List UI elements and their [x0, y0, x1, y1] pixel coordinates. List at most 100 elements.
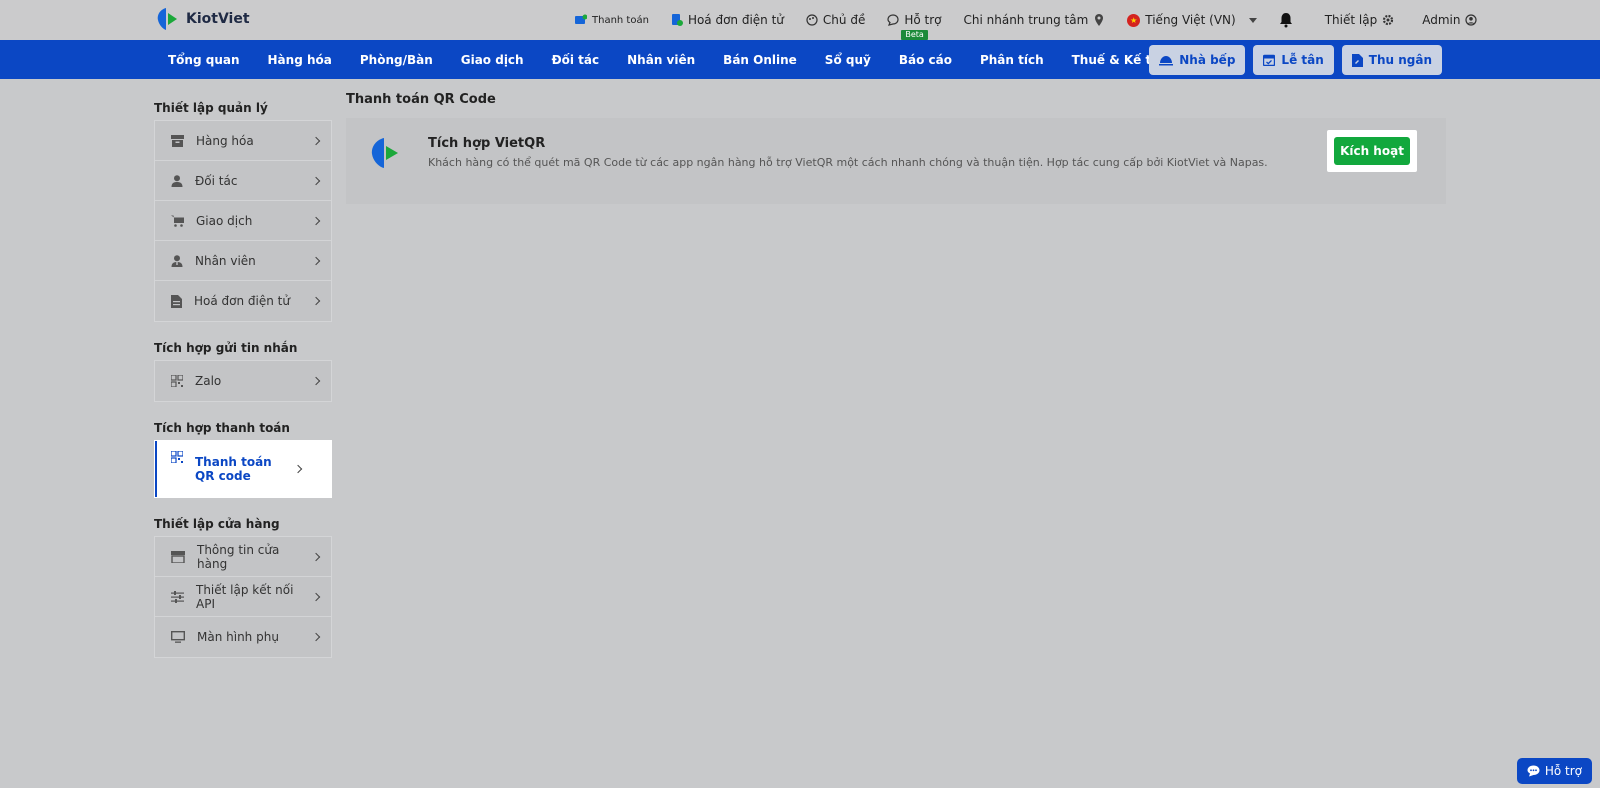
nav-button-label: Thu ngân — [1368, 53, 1432, 67]
sidebar-item-label: Đối tác — [195, 173, 238, 188]
top-link-branch[interactable]: Chi nhánh trung tâm — [964, 13, 1106, 27]
sidebar-item-goods[interactable]: Hàng hóa — [155, 121, 331, 161]
activate-button[interactable]: Kích hoạt — [1334, 137, 1410, 165]
nav-item-overview[interactable]: Tổng quan — [154, 53, 254, 67]
top-link-settings[interactable]: Thiết lập — [1325, 13, 1394, 27]
qr-icon — [171, 375, 183, 387]
sidebar-group-store: Thông tin cửa hàng Thiết lập kết nối API… — [154, 536, 332, 658]
cart-icon — [171, 215, 184, 227]
top-link-theme[interactable]: Chủ đề — [806, 13, 865, 27]
sidebar-item-label: Giao dịch — [196, 213, 253, 228]
chevron-right-icon — [311, 136, 321, 145]
chevron-right-icon — [293, 464, 303, 474]
calendar-icon — [1263, 54, 1276, 66]
top-link-label: Thiết lập — [1324, 13, 1378, 27]
activate-button-highlight: Kích hoạt — [1327, 130, 1417, 172]
nav-item-goods[interactable]: Hàng hóa — [254, 53, 346, 67]
chevron-right-icon — [311, 632, 321, 642]
sidebar-item-zalo[interactable]: Zalo — [155, 361, 331, 401]
top-link-admin[interactable]: Admin — [1422, 13, 1478, 27]
sidebar-item-api-settings[interactable]: Thiết lập kết nối API — [155, 577, 331, 617]
user-icon — [171, 174, 183, 187]
box-icon — [171, 134, 184, 147]
qr-icon — [171, 451, 183, 463]
store-icon — [171, 550, 185, 563]
sidebar-group-messaging: Zalo — [154, 360, 332, 402]
sidebar-item-store-info[interactable]: Thông tin cửa hàng — [155, 537, 331, 577]
sidebar-item-qr-payment[interactable]: Thanh toán QR code — [155, 441, 331, 497]
gear-icon — [1383, 14, 1394, 26]
cashier-button[interactable]: Thu ngân — [1341, 45, 1442, 75]
cashier-icon — [1351, 53, 1363, 67]
top-links: Thanh toán Hoá đơn điện tử Chủ đề Hỗ trợ… — [575, 0, 1499, 40]
top-link-label: Admin — [1422, 13, 1461, 27]
palette-icon — [806, 14, 818, 26]
nav-item-reports[interactable]: Báo cáo — [885, 53, 966, 67]
chevron-right-icon — [311, 376, 321, 386]
top-link-label: Tiếng Việt (VN) — [1145, 13, 1236, 27]
chevron-down-icon — [1248, 17, 1257, 23]
top-link-label: Chủ đề — [822, 13, 866, 27]
nav-buttons: Nhà bếp Lễ tân Thu ngân — [1149, 45, 1442, 75]
kitchen-icon — [1159, 56, 1174, 66]
user-circle-icon — [1465, 14, 1478, 26]
page-title: Thanh toán QR Code — [346, 92, 496, 107]
sidebar-item-label: Nhân viên — [195, 253, 256, 268]
nav-item-rooms[interactable]: Phòng/Bàn — [346, 53, 447, 67]
help-chat-label: Hỗ trợ — [1544, 764, 1582, 778]
sidebar-item-transactions[interactable]: Giao dịch — [155, 201, 331, 241]
top-bar: KiotViet Thanh toán Hoá đơn điện tử Chủ … — [0, 0, 1600, 40]
nav-item-analytics[interactable]: Phân tích — [966, 53, 1058, 67]
sidebar-item-label: Hàng hóa — [196, 133, 254, 148]
chevron-right-icon — [311, 256, 321, 265]
payment-icon — [575, 14, 587, 24]
notification-button[interactable] — [1279, 12, 1293, 28]
document-icon — [171, 294, 182, 308]
language-selector[interactable]: ★ Tiếng Việt (VN) — [1127, 13, 1257, 27]
chat-icon — [1527, 765, 1540, 777]
chevron-right-icon — [311, 176, 321, 185]
nav-item-staff[interactable]: Nhân viên — [613, 53, 709, 67]
top-link-e-invoice[interactable]: Hoá đơn điện tử — [671, 13, 784, 27]
top-link-label: Hoá đơn điện tử — [687, 13, 784, 27]
card-title: Tích hợp VietQR — [428, 136, 546, 151]
sidebar-item-e-invoice[interactable]: Hoá đơn điện tử — [155, 281, 331, 321]
sliders-icon — [171, 590, 184, 603]
beta-badge: Beta — [901, 30, 928, 40]
sidebar-item-label: Hoá đơn điện tử — [194, 294, 290, 308]
nav-item-transactions[interactable]: Giao dịch — [447, 53, 538, 67]
sidebar-group-title: Thiết lập cửa hàng — [154, 517, 280, 531]
brand-logo[interactable]: KiotViet — [154, 6, 250, 32]
invoice-icon — [671, 14, 683, 26]
nav-item-online-sales[interactable]: Bán Online — [709, 53, 811, 67]
sidebar-item-label: Thanh toán QR code — [195, 455, 272, 483]
top-link-label: Hỗ trợ — [904, 13, 942, 27]
nav-item-cashbook[interactable]: Sổ quỹ — [811, 53, 885, 67]
chevron-right-icon — [311, 216, 321, 225]
sidebar-item-secondary-screen[interactable]: Màn hình phụ — [155, 617, 331, 657]
nav-items: Tổng quan Hàng hóa Phòng/Bàn Giao dịch Đ… — [154, 40, 1190, 79]
staff-icon — [171, 254, 183, 267]
sidebar-group-title: Thiết lập quản lý — [154, 101, 268, 115]
nav-item-partners[interactable]: Đối tác — [538, 53, 614, 67]
nav-button-label: Lễ tân — [1281, 53, 1324, 67]
vn-flag-icon: ★ — [1127, 13, 1141, 27]
sidebar-group-title: Tích hợp gửi tin nhắn — [154, 341, 298, 355]
chat-icon — [887, 14, 899, 26]
help-chat-button[interactable]: Hỗ trợ — [1516, 758, 1592, 784]
location-icon — [1095, 14, 1104, 26]
sidebar-group-title: Tích hợp thanh toán — [154, 421, 290, 435]
sidebar-item-label: Màn hình phụ — [197, 630, 279, 644]
top-link-payment[interactable]: Thanh toán — [575, 14, 649, 26]
chevron-right-icon — [311, 592, 321, 601]
top-link-support[interactable]: Hỗ trợ Beta — [887, 13, 942, 40]
reception-button[interactable]: Lễ tân — [1253, 45, 1334, 75]
chevron-right-icon — [311, 296, 321, 306]
sidebar-item-partners[interactable]: Đối tác — [155, 161, 331, 201]
vietqr-card: Tích hợp VietQR Khách hàng có thể quét m… — [346, 118, 1446, 204]
sidebar-item-label: Thiết lập kết nối API — [196, 582, 294, 611]
kitchen-button[interactable]: Nhà bếp — [1149, 45, 1246, 75]
sidebar-group-management: Hàng hóa Đối tác Giao dịch Nhân viên Hoá… — [154, 120, 332, 322]
top-link-label: Thanh toán — [592, 14, 649, 26]
sidebar-item-staff[interactable]: Nhân viên — [155, 241, 331, 281]
